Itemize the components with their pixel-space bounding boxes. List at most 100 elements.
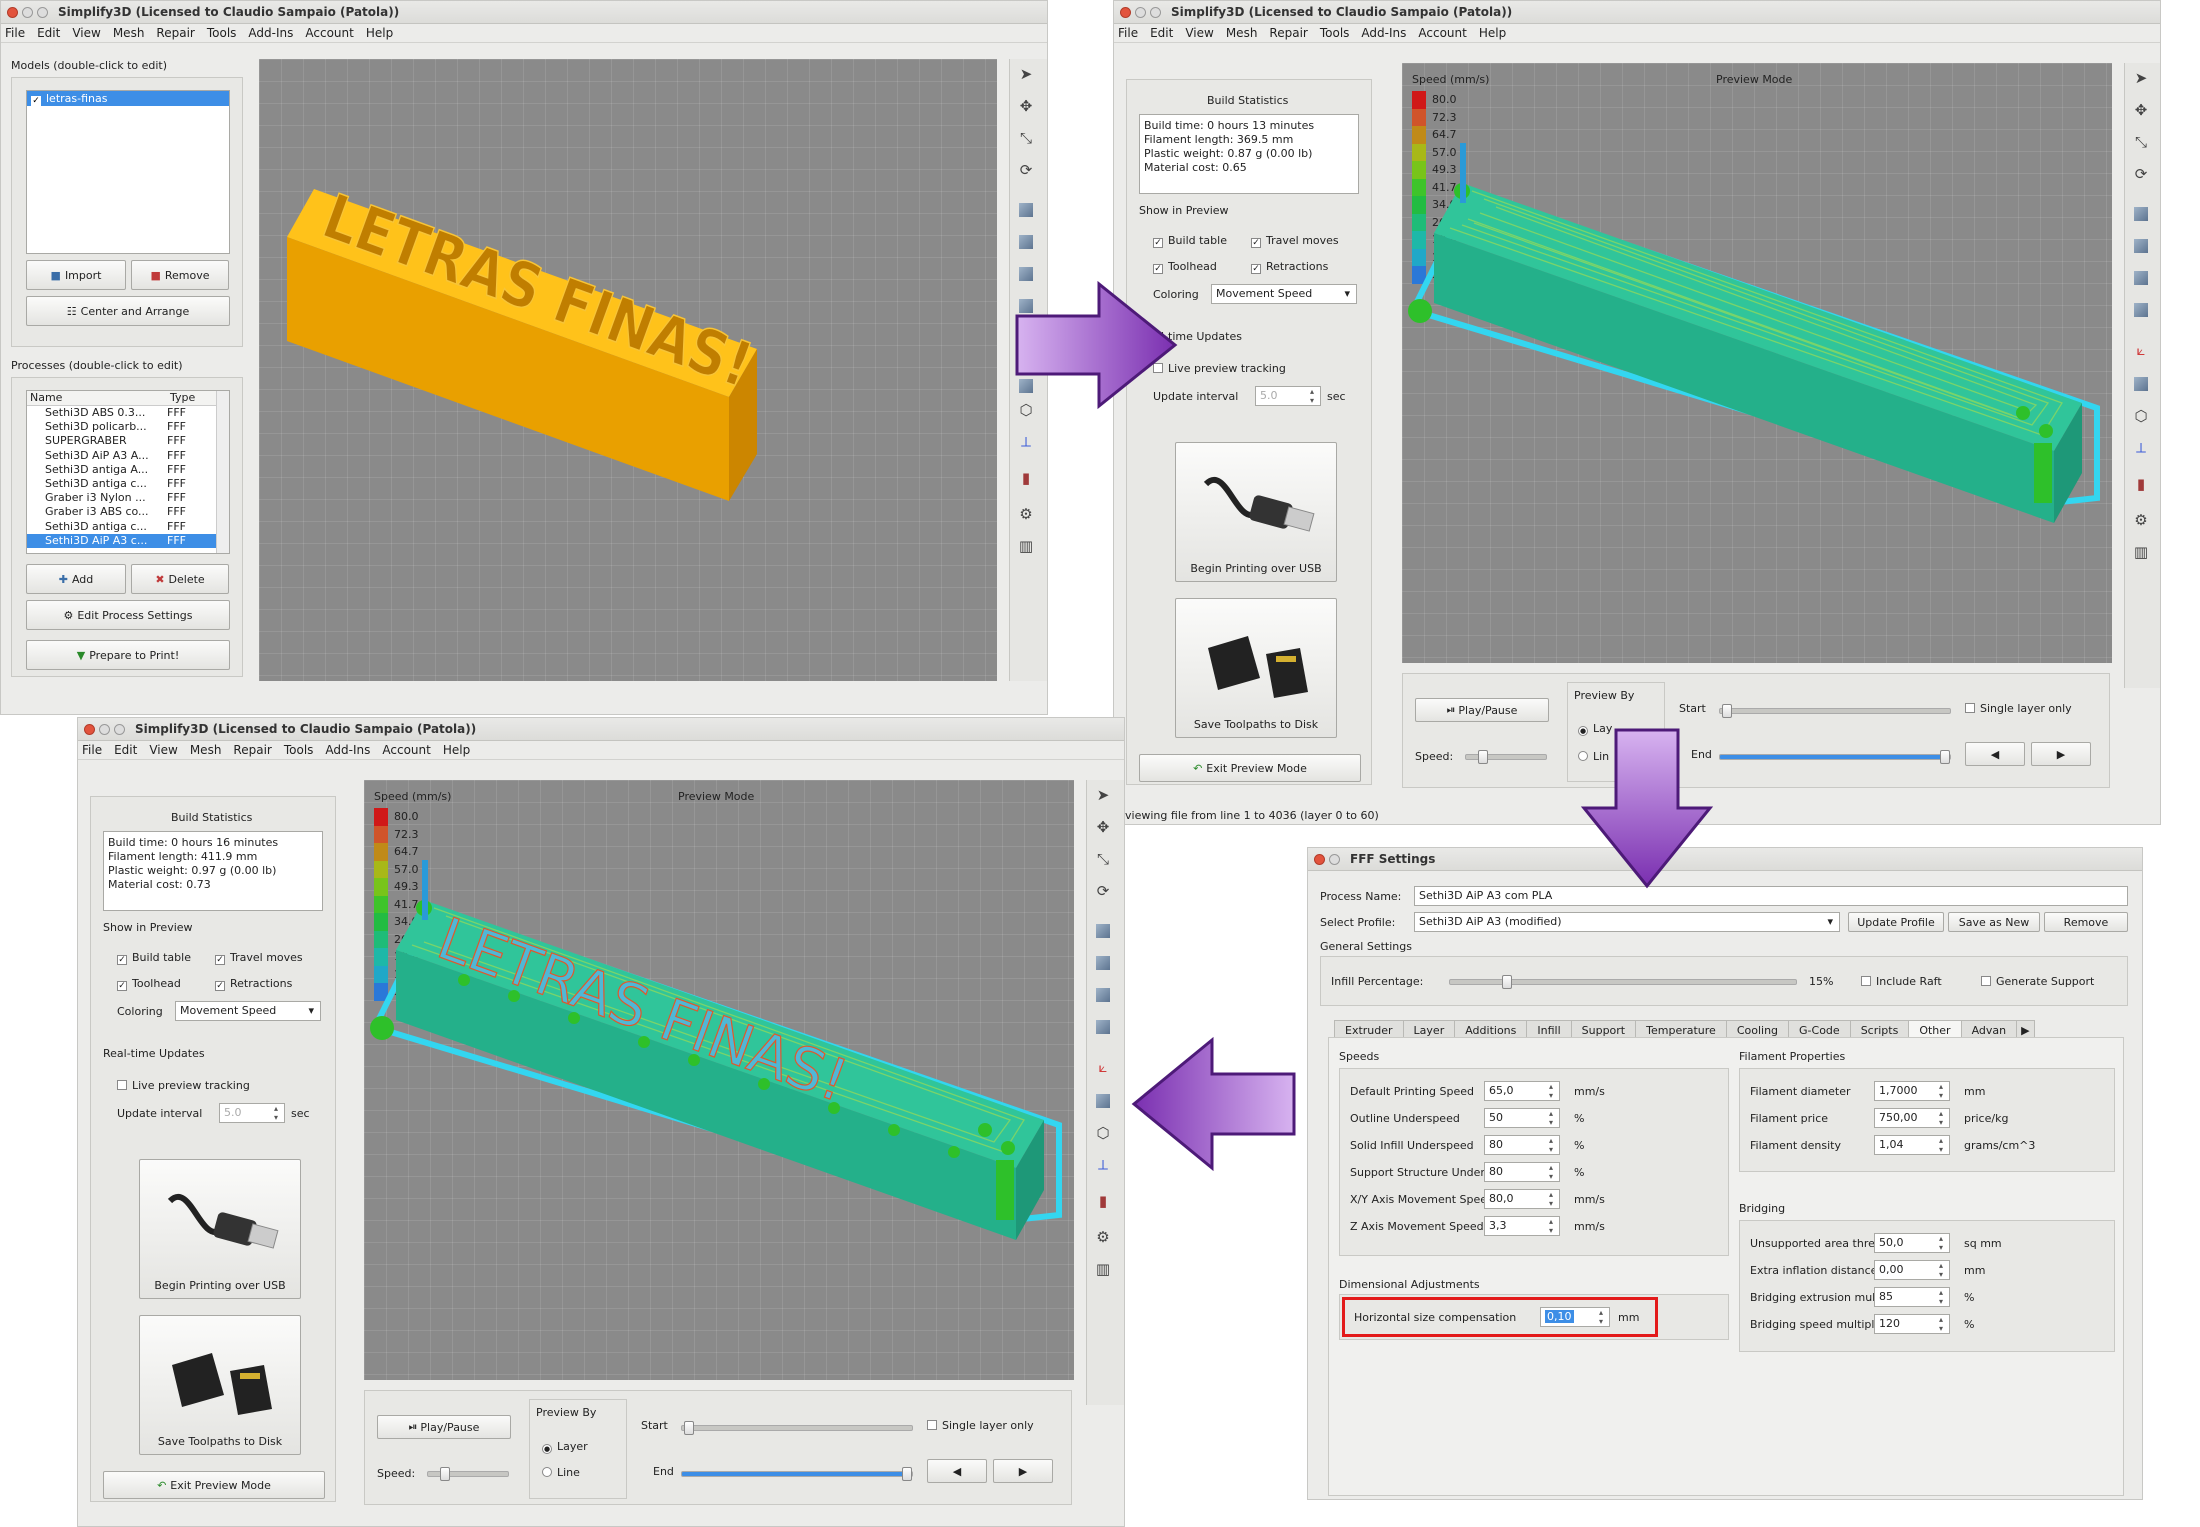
solid-view-icon[interactable] — [1096, 1094, 1110, 1108]
import-button[interactable]: ■ Import — [26, 260, 126, 290]
menu-account[interactable]: Account — [305, 26, 353, 40]
section-icon[interactable]: ▮ — [2132, 475, 2150, 493]
bridging-input[interactable]: 85 — [1874, 1287, 1950, 1307]
menu-tools[interactable]: Tools — [207, 26, 237, 40]
travel-moves-checkbox[interactable]: ✓ Travel moves — [215, 951, 303, 965]
edit-process-settings-button[interactable]: ⚙ Edit Process Settings — [26, 600, 230, 630]
model-item[interactable]: ✓ letras-finas — [27, 91, 229, 106]
view-front-icon[interactable] — [2134, 239, 2148, 253]
tab-additions[interactable]: Additions — [1454, 1020, 1528, 1038]
single-layer-checkbox[interactable]: Single layer only — [1965, 702, 2072, 715]
menu-add-ins[interactable]: Add-Ins — [325, 743, 370, 757]
wireframe-icon[interactable]: ⬡ — [1094, 1124, 1112, 1142]
menu-account[interactable]: Account — [382, 743, 430, 757]
previous-layer-button[interactable]: ◀ — [1965, 742, 2025, 766]
minimize-button[interactable] — [22, 6, 33, 18]
speeds-input[interactable]: 80 — [1484, 1135, 1560, 1155]
save-toolpaths-button[interactable]: Save Toolpaths to Disk — [139, 1315, 301, 1455]
toolhead-checkbox[interactable]: ✓ Toolhead — [1153, 260, 1217, 274]
live-tracking-checkbox[interactable]: Live preview tracking — [117, 1079, 250, 1092]
menu-mesh[interactable]: Mesh — [113, 26, 145, 40]
process-row[interactable]: Graber i3 ABS co... FFF — [27, 505, 229, 519]
prepare-to-print-button[interactable]: ▼ Prepare to Print! — [26, 640, 230, 670]
tab-extruder[interactable]: Extruder — [1334, 1020, 1404, 1038]
scale-icon[interactable]: ⤡ — [2132, 133, 2150, 151]
process-row[interactable]: Graber i3 Nylon ... FFF — [27, 491, 229, 505]
menu-repair[interactable]: Repair — [1269, 26, 1307, 40]
save-as-new-button[interactable]: Save as New — [1948, 912, 2040, 932]
update-interval-field[interactable]: 5.0 — [1255, 386, 1321, 406]
generate-support-checkbox[interactable]: Generate Support — [1981, 975, 2094, 988]
support-icon[interactable]: ▥ — [1094, 1260, 1112, 1278]
speeds-input[interactable]: 80 — [1484, 1162, 1560, 1182]
section-icon[interactable]: ▮ — [1094, 1192, 1112, 1210]
bridging-input[interactable]: 0,00 — [1874, 1260, 1950, 1280]
axes-icon[interactable]: ⟀ — [2132, 341, 2150, 359]
tab-support[interactable]: Support — [1570, 1020, 1637, 1038]
single-layer-checkbox[interactable]: Single layer only — [927, 1419, 1034, 1432]
speeds-input[interactable]: 50 — [1484, 1108, 1560, 1128]
process-row[interactable]: Sethi3D antiga A... FFF — [27, 463, 229, 477]
settings-gear-icon[interactable]: ⚙ — [1017, 505, 1035, 523]
playback-speed-slider[interactable] — [1465, 750, 1547, 764]
axes-icon[interactable]: ⟂ — [1017, 433, 1035, 451]
preview-viewport[interactable]: Speed (mm/s) Preview Mode 80.0 72.3 64.7 57… — [1402, 63, 2112, 663]
3d-viewport[interactable]: LETRAS FINAS! — [259, 59, 997, 681]
tab-layer[interactable]: Layer — [1402, 1020, 1456, 1038]
scale-icon[interactable]: ⤡ — [1017, 129, 1035, 147]
axes-icon[interactable]: ⟀ — [1094, 1058, 1112, 1076]
begin-usb-button[interactable]: Begin Printing over USB — [1175, 442, 1337, 582]
end-layer-slider[interactable] — [1719, 750, 1951, 764]
menu-add-ins[interactable]: Add-Ins — [248, 26, 293, 40]
menu-add-ins[interactable]: Add-Ins — [1361, 26, 1406, 40]
support-icon[interactable]: ▥ — [1017, 537, 1035, 555]
wireframe-icon[interactable]: ⬡ — [2132, 407, 2150, 425]
update-profile-button[interactable]: Update Profile — [1848, 912, 1944, 932]
process-name-input[interactable]: Sethi3D AiP A3 com PLA — [1414, 886, 2128, 906]
view-side-icon[interactable] — [2134, 303, 2148, 317]
save-toolpaths-button[interactable]: Save Toolpaths to Disk — [1175, 598, 1337, 738]
exit-preview-button[interactable]: ↶ Exit Preview Mode — [1139, 754, 1361, 782]
settings-gear-icon[interactable]: ⚙ — [1094, 1228, 1112, 1246]
tab-infill[interactable]: Infill — [1526, 1020, 1572, 1038]
menu-file[interactable]: File — [82, 743, 102, 757]
scale-icon[interactable]: ⤡ — [1094, 850, 1112, 868]
toolhead-checkbox[interactable]: ✓ Toolhead — [117, 977, 181, 991]
speeds-input[interactable]: 80,0 — [1484, 1189, 1560, 1209]
profile-select[interactable]: Sethi3D AiP A3 (modified) ▾ — [1414, 912, 1840, 932]
menu-file[interactable]: File — [5, 26, 25, 40]
view-top-icon[interactable] — [2134, 271, 2148, 285]
tab-temperature[interactable]: Temperature — [1635, 1020, 1727, 1038]
travel-moves-checkbox[interactable]: ✓ Travel moves — [1251, 234, 1339, 248]
begin-usb-button[interactable]: Begin Printing over USB — [139, 1159, 301, 1299]
preview-viewport[interactable]: Speed (mm/s) Preview Mode 80.0 72.3 64.7 57… — [364, 780, 1074, 1380]
layer-radio[interactable]: ● Layer — [542, 1440, 588, 1454]
process-scrollbar[interactable] — [216, 391, 229, 553]
maximize-button[interactable] — [114, 723, 125, 735]
support-icon[interactable]: ▥ — [2132, 543, 2150, 561]
view-iso-icon[interactable] — [2134, 207, 2148, 221]
next-layer-button[interactable]: ▶ — [2031, 742, 2091, 766]
coloring-select[interactable]: Movement Speed ▾ — [175, 1001, 321, 1021]
menu-file[interactable]: File — [1118, 26, 1138, 40]
settings-gear-icon[interactable]: ⚙ — [2132, 511, 2150, 529]
close-button[interactable] — [7, 6, 18, 18]
menu-mesh[interactable]: Mesh — [190, 743, 222, 757]
process-row[interactable]: Sethi3D ABS 0.3... FFF — [27, 406, 229, 420]
tab-cooling[interactable]: Cooling — [1725, 1020, 1790, 1038]
include-raft-checkbox[interactable]: Include Raft — [1861, 975, 1942, 988]
select-cursor-icon[interactable]: ➤ — [1094, 786, 1112, 804]
tab-other[interactable]: Other — [1908, 1020, 1962, 1038]
col-type-header[interactable]: Type — [170, 391, 195, 405]
move-icon[interactable]: ✥ — [1017, 97, 1035, 115]
play-pause-button[interactable]: ⏯ Play/Pause — [1415, 698, 1549, 722]
models-list[interactable]: ✓ letras-finas — [26, 90, 230, 254]
select-cursor-icon[interactable]: ➤ — [1017, 65, 1035, 83]
processes-list[interactable]: Name Type Sethi3D ABS 0.3... FFF Sethi3D p… — [26, 390, 230, 554]
tabs-scroll-right-icon[interactable]: ▶ — [2016, 1020, 2035, 1038]
menu-help[interactable]: Help — [1479, 26, 1506, 40]
move-icon[interactable]: ✥ — [2132, 101, 2150, 119]
menu-repair[interactable]: Repair — [233, 743, 271, 757]
filament-input[interactable]: 1,04 — [1874, 1135, 1950, 1155]
filament-input[interactable]: 1,7000 — [1874, 1081, 1950, 1101]
